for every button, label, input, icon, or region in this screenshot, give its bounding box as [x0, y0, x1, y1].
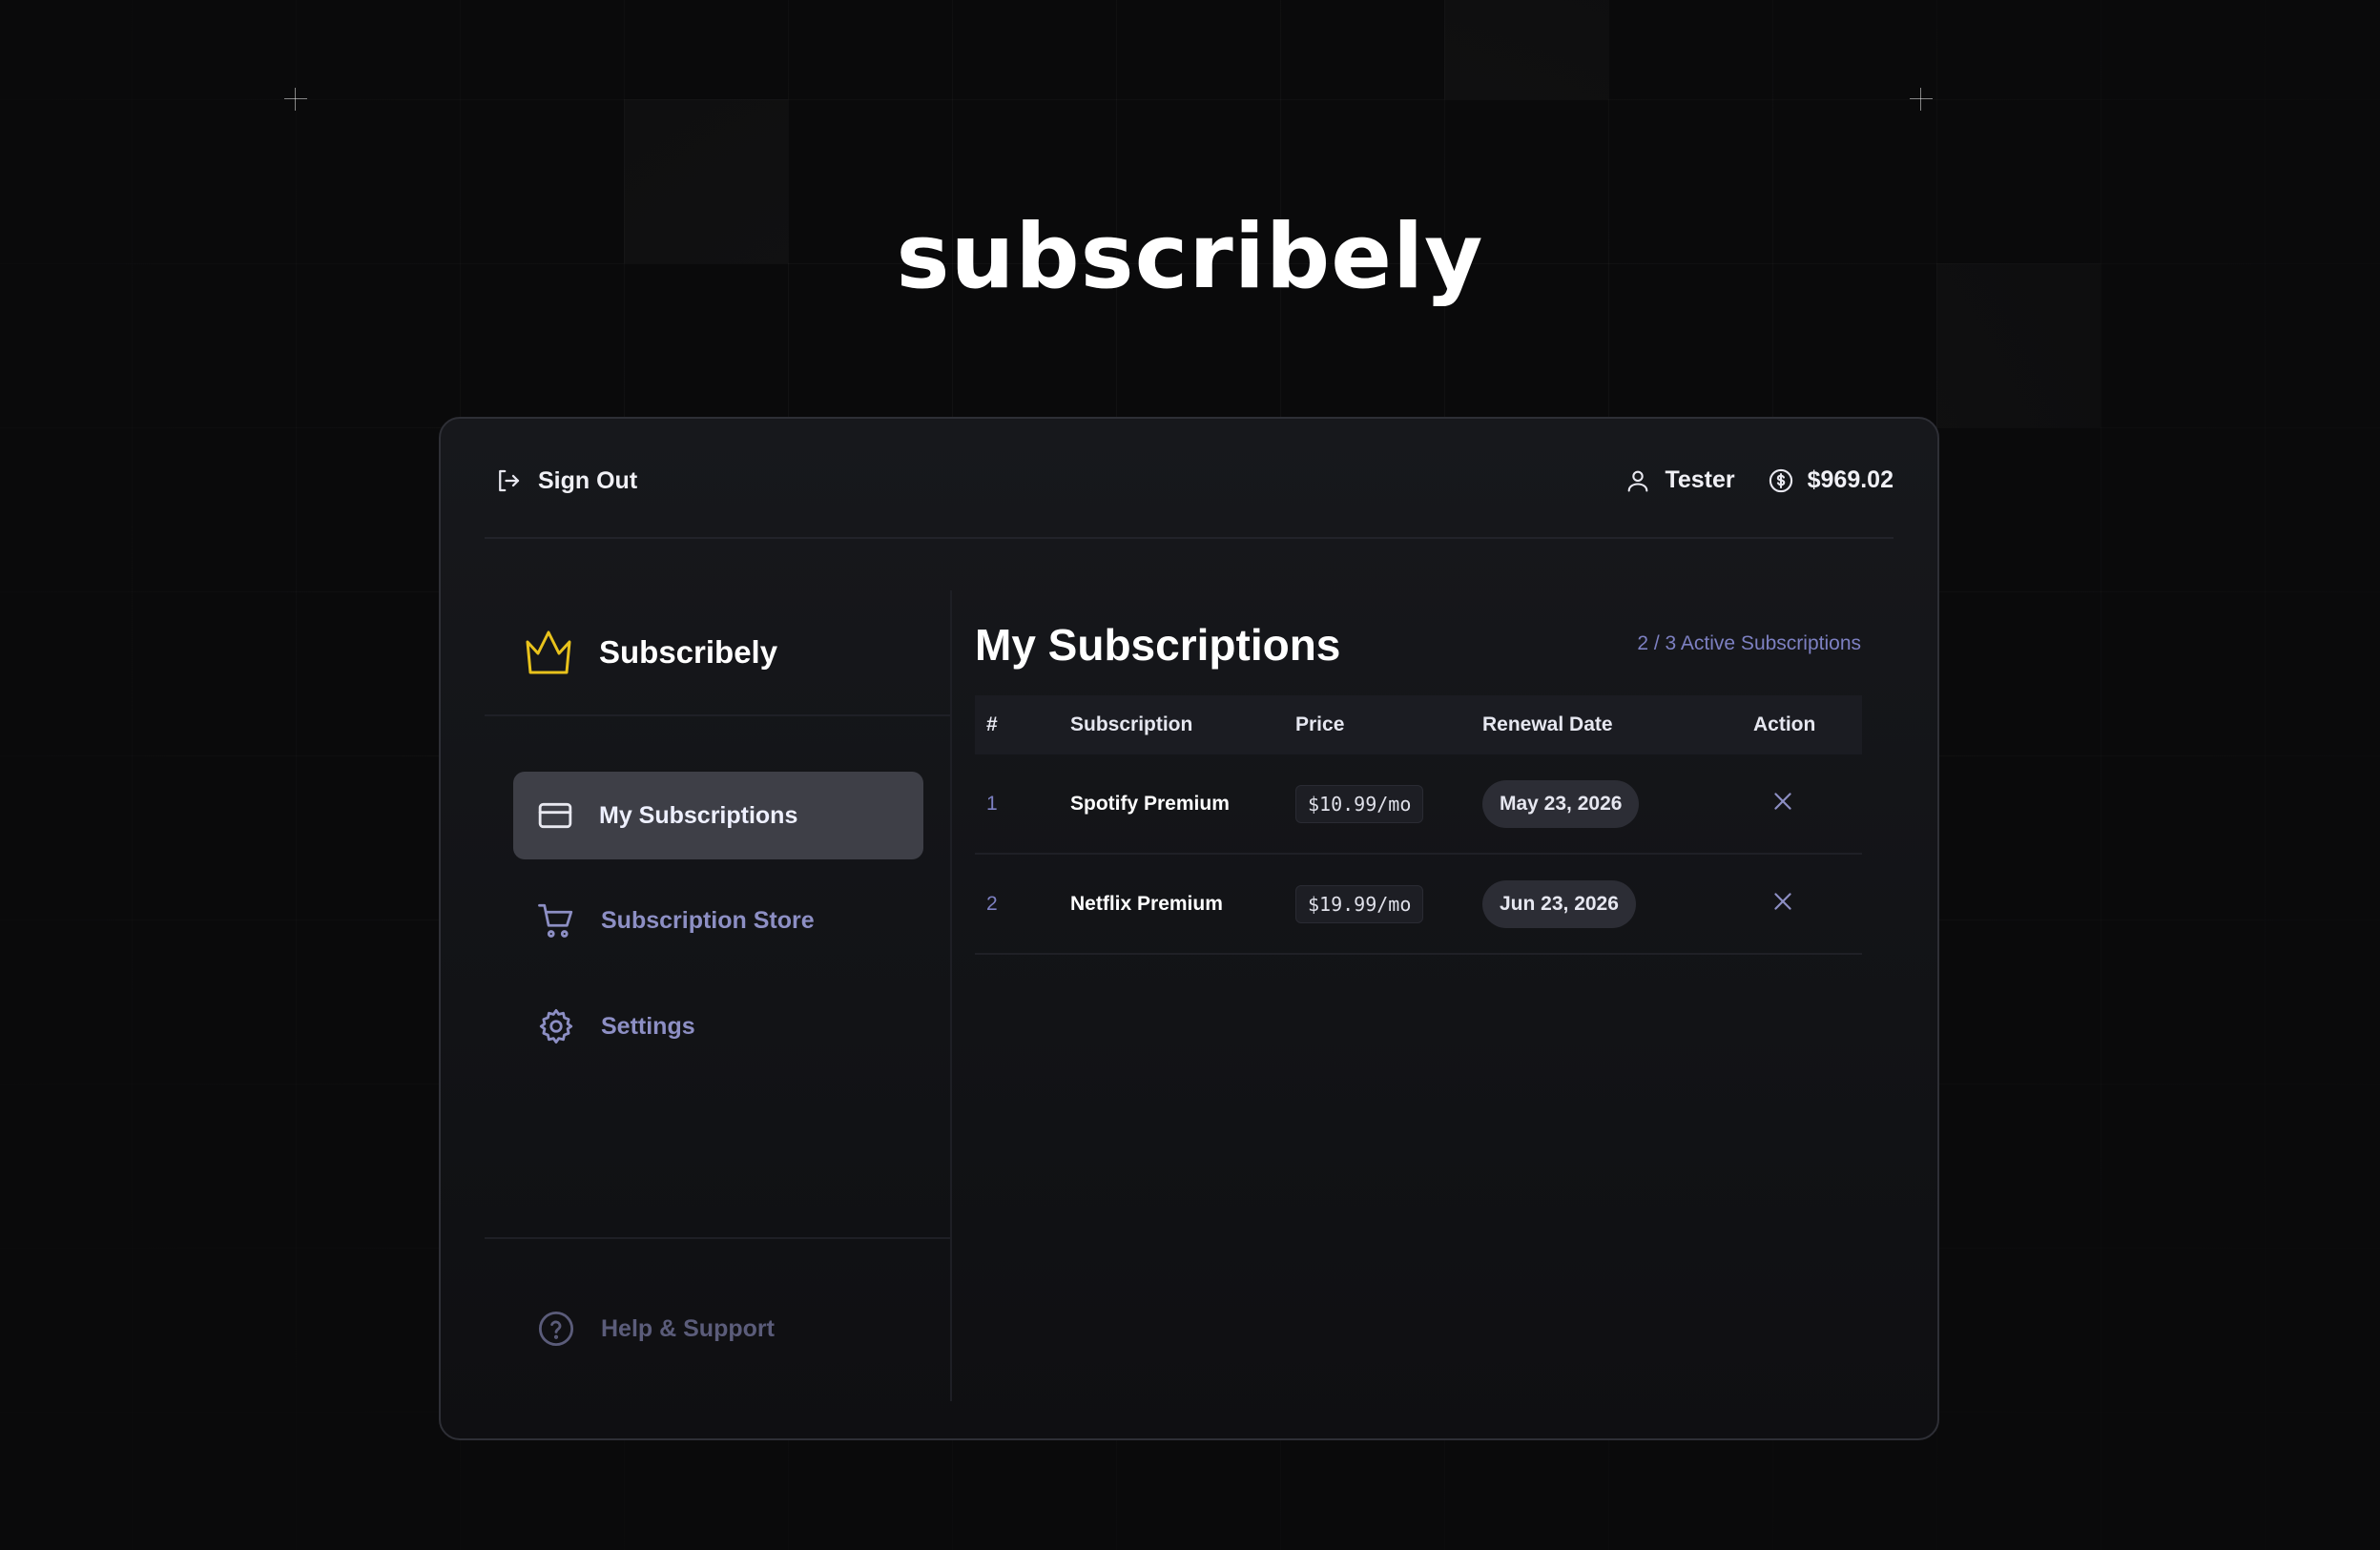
- row-index: 1: [975, 754, 1070, 855]
- sidebar-item-label: Settings: [601, 1012, 695, 1040]
- user-info: Tester $969.02: [1625, 466, 1894, 494]
- sidebar-item-label: My Subscriptions: [599, 801, 798, 829]
- table-header-row: # Subscription Price Renewal Date Action: [975, 695, 1862, 754]
- sparkle-icon: [284, 88, 307, 111]
- cancel-subscription-button[interactable]: [1770, 889, 1795, 920]
- help-support-link[interactable]: Help & Support: [513, 1285, 923, 1373]
- column-header-price: Price: [1295, 713, 1345, 735]
- sidebar-divider: [485, 714, 950, 716]
- sidebar-item-subscription-store[interactable]: Subscription Store: [513, 877, 923, 964]
- sidebar: Subscribely My Subscriptions Subscriptio…: [485, 590, 952, 1401]
- credit-card-icon: [538, 802, 572, 829]
- subscription-name: Netflix Premium: [1070, 854, 1295, 955]
- table-row: 1 Spotify Premium $10.99/mo May 23, 2026: [975, 754, 1862, 855]
- sidebar-divider: [485, 1237, 950, 1239]
- renewal-date-badge: May 23, 2026: [1482, 779, 1640, 828]
- crown-icon: [526, 630, 571, 674]
- sidebar-item-settings[interactable]: Settings: [513, 982, 923, 1070]
- brand-title: subscribely: [896, 205, 1484, 309]
- gear-icon: [539, 1008, 573, 1044]
- sign-out-button[interactable]: Sign Out: [494, 466, 637, 495]
- column-header-renewal-date: Renewal Date: [1482, 713, 1613, 735]
- help-icon: [538, 1311, 574, 1347]
- main-content: My Subscriptions 2 / 3 Active Subscripti…: [975, 590, 1862, 1401]
- sign-out-label: Sign Out: [538, 466, 638, 494]
- renewal-date-badge: Jun 23, 2026: [1482, 879, 1636, 928]
- price-badge: $19.99/mo: [1295, 884, 1424, 923]
- username: Tester: [1665, 466, 1735, 493]
- page-title: My Subscriptions: [975, 620, 1341, 670]
- column-header-action: Action: [1753, 713, 1816, 735]
- dollar-coin-icon: [1769, 468, 1792, 492]
- logout-icon: [499, 469, 520, 492]
- sparkle-icon: [1910, 88, 1933, 111]
- sidebar-item-my-subscriptions[interactable]: My Subscriptions: [513, 772, 923, 859]
- user-icon: [1628, 470, 1648, 492]
- active-subscriptions-count: 2 / 3 Active Subscriptions: [1637, 632, 1861, 654]
- column-header-subscription: Subscription: [1070, 713, 1193, 735]
- table-row: 2 Netflix Premium $19.99/mo Jun 23, 2026: [975, 854, 1862, 955]
- topbar: Sign Out Tester $969.02: [485, 419, 1894, 539]
- help-support-label: Help & Support: [601, 1314, 775, 1342]
- price-badge: $10.99/mo: [1295, 784, 1424, 823]
- balance: $969.02: [1807, 466, 1894, 493]
- column-header-index: #: [986, 713, 998, 735]
- cart-icon: [538, 903, 573, 938]
- cancel-subscription-button[interactable]: [1770, 789, 1795, 819]
- sidebar-logo: Subscribely: [523, 629, 777, 676]
- close-icon: [1774, 892, 1791, 910]
- row-index: 2: [975, 854, 1070, 955]
- sidebar-item-label: Subscription Store: [601, 906, 815, 934]
- sidebar-logo-text: Subscribely: [599, 634, 778, 670]
- subscription-name: Spotify Premium: [1070, 754, 1295, 855]
- app-window: Sign Out Tester $969.02 Subscribely My S…: [439, 417, 1939, 1440]
- close-icon: [1774, 792, 1791, 810]
- subscriptions-table: # Subscription Price Renewal Date Action…: [975, 695, 1862, 955]
